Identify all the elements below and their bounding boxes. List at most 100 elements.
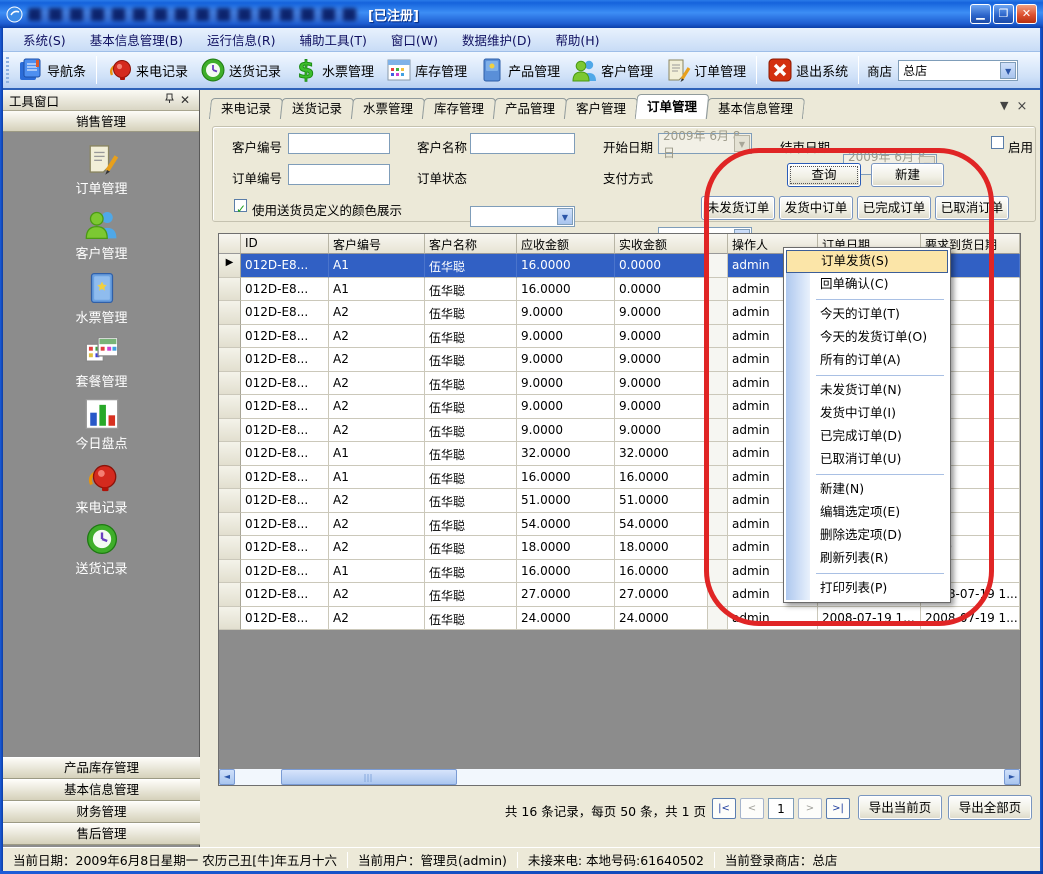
grid-cell[interactable]	[708, 372, 728, 396]
grid-cell[interactable]: 012D-E8...	[241, 513, 329, 537]
grid-cell[interactable]: 32.0000	[615, 442, 708, 466]
row-selector-cell[interactable]	[219, 536, 241, 560]
sidebar-group-2[interactable]: 财务管理	[3, 801, 200, 823]
grid-cell[interactable]: 012D-E8...	[241, 466, 329, 490]
grid-cell[interactable]: 伍华聪	[425, 348, 517, 372]
sidebar-group-sales[interactable]: 销售管理	[3, 111, 199, 132]
menubar-item[interactable]: 辅助工具(T)	[288, 27, 379, 52]
toolbar-button-navigator[interactable]: 导航条	[12, 54, 92, 86]
grid-cell[interactable]: 9.0000	[615, 348, 708, 372]
toolbar-button-stock[interactable]: 库存管理	[380, 54, 473, 86]
row-selector-cell[interactable]	[219, 442, 241, 466]
row-selector-cell[interactable]	[219, 560, 241, 584]
grid-cell[interactable]: 012D-E8...	[241, 301, 329, 325]
grid-cell[interactable]: A2	[329, 607, 425, 631]
scroll-left-arrow[interactable]: ◄	[219, 769, 235, 785]
grid-cell[interactable]	[708, 395, 728, 419]
first-page-button[interactable]: |<	[712, 798, 736, 819]
close-button[interactable]: ✕	[1016, 4, 1037, 24]
grid-cell[interactable]: A2	[329, 301, 425, 325]
grid-cell[interactable]: 16.0000	[517, 278, 615, 302]
row-selector-cell[interactable]	[219, 325, 241, 349]
grid-cell[interactable]: A2	[329, 348, 425, 372]
grid-cell[interactable]: 伍华聪	[425, 536, 517, 560]
context-menu-item-17[interactable]: 打印列表(P)	[786, 577, 948, 600]
toolbar-button-ticket[interactable]: $水票管理	[287, 54, 380, 86]
grid-cell[interactable]: A2	[329, 513, 425, 537]
grid-cell[interactable]	[708, 419, 728, 443]
context-menu-item-12[interactable]: 新建(N)	[786, 478, 948, 501]
grid-cell[interactable]: 16.0000	[517, 466, 615, 490]
grid-cell[interactable]: admin	[728, 607, 818, 631]
grid-cell[interactable]: A1	[329, 466, 425, 490]
grid-cell[interactable]: A2	[329, 395, 425, 419]
grid-cell[interactable]: 伍华聪	[425, 489, 517, 513]
sidebar-item-call[interactable]: 来电记录	[3, 461, 200, 516]
grid-cell[interactable]: 伍华聪	[425, 278, 517, 302]
grid-cell[interactable]: 18.0000	[517, 536, 615, 560]
grid-cell[interactable]: 伍华聪	[425, 372, 517, 396]
grid-cell[interactable]	[708, 278, 728, 302]
grid-cell[interactable]	[708, 607, 728, 631]
prev-page-button[interactable]: <	[740, 798, 764, 819]
tab-5[interactable]: 客户管理	[564, 98, 638, 119]
row-selector-cell[interactable]	[219, 372, 241, 396]
tab-6[interactable]: 订单管理	[635, 94, 710, 119]
grid-cell[interactable]: 2008-07-19 1...	[818, 607, 921, 631]
grid-cell[interactable]: 54.0000	[615, 513, 708, 537]
grid-cell[interactable]	[708, 301, 728, 325]
grid-cell[interactable]: 0.0000	[615, 254, 708, 278]
sidebar-item-customer[interactable]: 客户管理	[3, 207, 200, 262]
grid-cell[interactable]	[708, 325, 728, 349]
context-menu-item-9[interactable]: 已完成订单(D)	[786, 425, 948, 448]
grid-cell[interactable]: 9.0000	[517, 325, 615, 349]
sidebar-item-package[interactable]: 套餐管理	[3, 335, 200, 390]
grid-cell[interactable]	[708, 560, 728, 584]
grid-cell[interactable]: 012D-E8...	[241, 536, 329, 560]
menubar-item[interactable]: 基本信息管理(B)	[78, 27, 195, 52]
tab-3[interactable]: 库存管理	[422, 98, 496, 119]
toolbar-button-call[interactable]: 来电记录	[101, 54, 194, 86]
grid-cell[interactable]: 012D-E8...	[241, 254, 329, 278]
grid-cell[interactable]: A1	[329, 254, 425, 278]
grid-cell[interactable]: 18.0000	[615, 536, 708, 560]
grid-cell[interactable]: A2	[329, 489, 425, 513]
new-button[interactable]: 新建	[871, 163, 944, 187]
grid-cell[interactable]	[708, 536, 728, 560]
grid-cell[interactable]: 9.0000	[615, 395, 708, 419]
grid-cell[interactable]	[708, 513, 728, 537]
chevron-down-icon[interactable]: ▼	[1000, 62, 1016, 79]
grid-column-header-3[interactable]: 客户名称	[425, 234, 517, 254]
row-selector-cell[interactable]	[219, 278, 241, 302]
context-menu-item-14[interactable]: 删除选定项(D)	[786, 524, 948, 547]
minimize-button[interactable]: ▁	[970, 4, 991, 24]
row-selector-cell[interactable]	[219, 419, 241, 443]
grid-cell[interactable]: 012D-E8...	[241, 278, 329, 302]
grid-cell[interactable]: 9.0000	[517, 348, 615, 372]
grid-cell[interactable]: 16.0000	[615, 560, 708, 584]
grid-cell[interactable]: 27.0000	[517, 583, 615, 607]
grid-cell[interactable]: 伍华聪	[425, 442, 517, 466]
grid-cell[interactable]: 伍华聪	[425, 583, 517, 607]
grid-cell[interactable]: 24.0000	[615, 607, 708, 631]
grid-cell[interactable]: 9.0000	[517, 301, 615, 325]
maximize-button[interactable]: ❐	[993, 4, 1014, 24]
grid-cell[interactable]: 9.0000	[615, 325, 708, 349]
grid-cell[interactable]: 伍华聪	[425, 607, 517, 631]
grid-cell[interactable]: 伍华聪	[425, 395, 517, 419]
grid-cell[interactable]: 9.0000	[615, 419, 708, 443]
row-selector-cell[interactable]	[219, 489, 241, 513]
grid-cell[interactable]: 012D-E8...	[241, 607, 329, 631]
order-no-input[interactable]	[288, 164, 390, 185]
row-selector-cell[interactable]	[219, 395, 241, 419]
delivery-color-checkbox[interactable]	[234, 199, 247, 212]
menubar-item[interactable]: 窗口(W)	[379, 27, 450, 52]
sidebar-item-ticket-card[interactable]: 水票管理	[3, 271, 200, 326]
sidebar-group-0[interactable]: 产品库存管理	[3, 757, 200, 779]
grid-cell[interactable]: 27.0000	[615, 583, 708, 607]
toolbar-grip[interactable]	[6, 57, 9, 83]
grid-cell[interactable]	[708, 254, 728, 278]
grid-cell[interactable]	[708, 489, 728, 513]
tab-2[interactable]: 水票管理	[351, 98, 425, 119]
grid-cell[interactable]: 0.0000	[615, 278, 708, 302]
